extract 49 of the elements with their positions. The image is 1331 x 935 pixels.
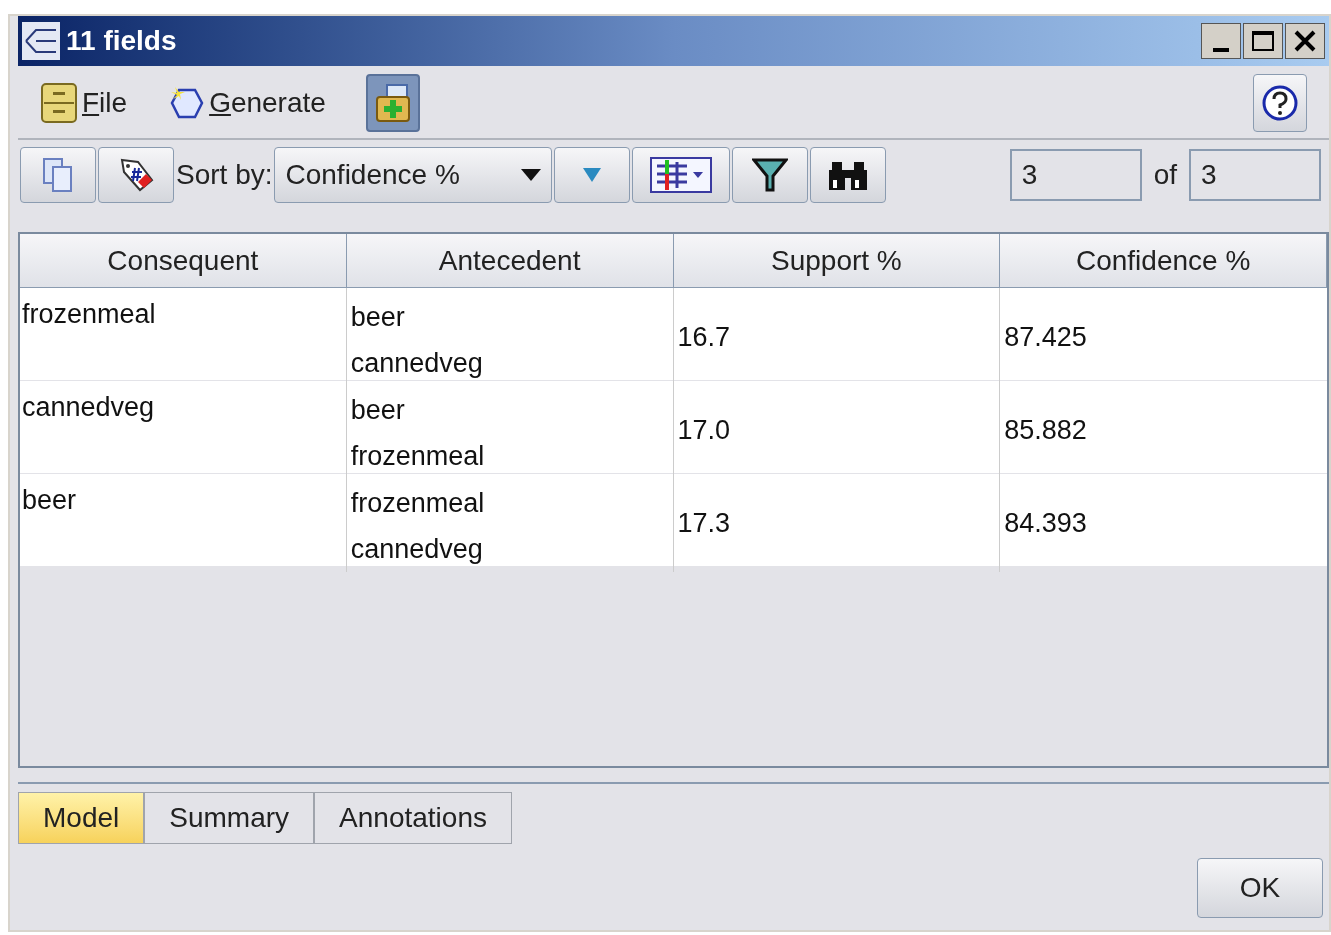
menu-item[interactable]: Generate — [167, 82, 326, 124]
table-cell-text: 87.425 — [1004, 320, 1087, 354]
sort-label: Sort by: — [176, 158, 273, 192]
total-field[interactable]: 3 — [1189, 149, 1321, 201]
column-header[interactable]: Consequent — [20, 234, 347, 287]
table-icon — [649, 156, 714, 194]
app-icon — [22, 22, 60, 60]
copy-icon — [41, 156, 75, 194]
sort-dropdown[interactable]: Confidence % — [274, 147, 553, 203]
table-cell: frozenmeal — [22, 299, 156, 329]
help-icon — [1261, 84, 1299, 122]
caret-icon — [521, 169, 542, 181]
table-cell-text: beer — [350, 301, 406, 334]
table-cell-text: 16.7 — [677, 320, 731, 354]
table-cell-text: frozenmeal — [350, 487, 486, 520]
column-header[interactable]: Support % — [673, 234, 1001, 287]
maximize-button[interactable] — [1243, 23, 1283, 59]
cabinet-icon — [40, 82, 78, 124]
filter-button[interactable] — [732, 147, 809, 203]
column-header[interactable]: Confidence % — [1000, 234, 1327, 287]
table-cell-text: 85.882 — [1004, 413, 1087, 447]
ok-button[interactable]: OK — [1197, 858, 1323, 918]
table-cell-text: 17.0 — [677, 413, 731, 447]
close-icon — [1294, 30, 1316, 52]
help-button[interactable] — [1253, 74, 1307, 132]
table-cell-text: 17.3 — [677, 506, 731, 540]
current-field[interactable]: 3 — [1009, 149, 1142, 201]
column-header[interactable]: Antecedent — [346, 234, 674, 287]
tab[interactable]: Model — [18, 792, 145, 844]
add-model-button[interactable] — [365, 74, 420, 132]
window-title: 11 fields — [66, 24, 177, 58]
columns-button[interactable] — [632, 147, 731, 203]
table-cell: cannedveg — [22, 392, 155, 422]
table-cell-text: beer — [350, 394, 406, 427]
tag-button[interactable] — [98, 147, 174, 203]
tab[interactable]: Annotations — [314, 792, 512, 844]
table-cell-text: cannedveg — [350, 533, 484, 566]
of-label: of — [1153, 158, 1177, 192]
triangle-icon — [583, 168, 602, 182]
filter-icon — [752, 156, 789, 194]
menu-item[interactable]: File — [40, 82, 128, 124]
tab[interactable]: Summary — [144, 792, 315, 844]
minimize-button[interactable] — [1201, 23, 1241, 59]
table-cell-text: 84.393 — [1004, 506, 1087, 540]
table-cell-text: cannedveg — [350, 347, 484, 380]
table-cell: beer — [22, 485, 77, 515]
find-button[interactable] — [810, 147, 887, 203]
close-button[interactable] — [1285, 23, 1325, 59]
table-cell-text: frozenmeal — [350, 440, 486, 473]
